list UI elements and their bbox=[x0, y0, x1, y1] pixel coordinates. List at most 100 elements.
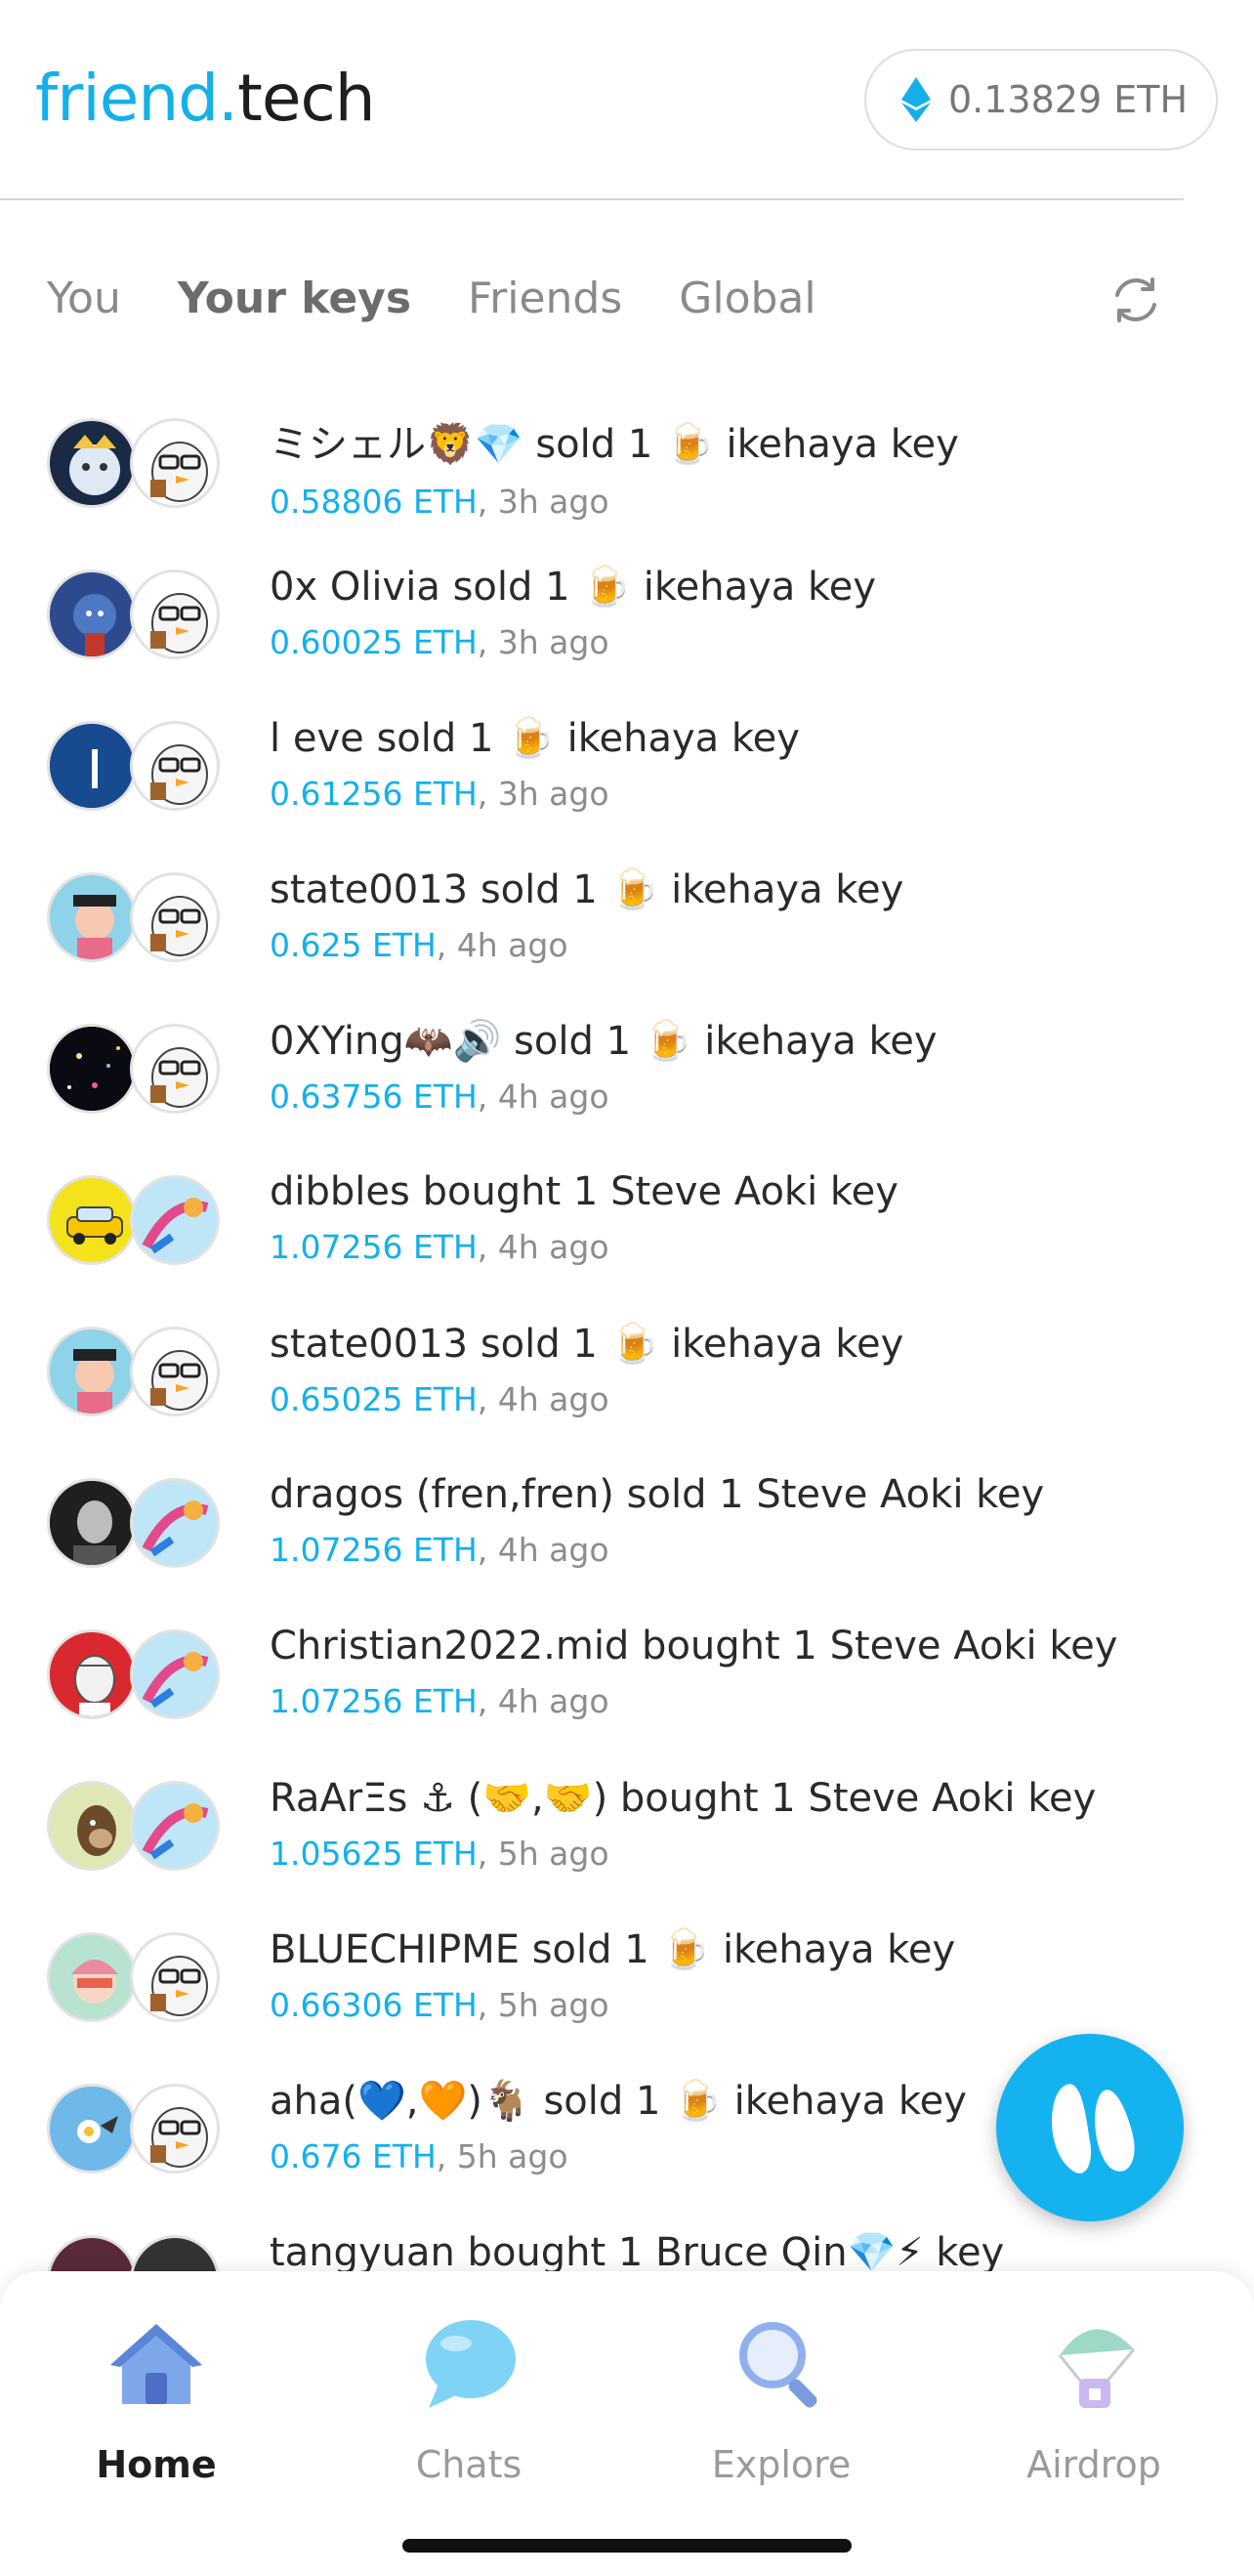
trade-action: bought 1 bbox=[619, 1776, 796, 1821]
feed-row[interactable]: RaArΞs ⚓ (🤝,🤝) bought 1 Steve Aoki key 1… bbox=[0, 1763, 1254, 1915]
feed-row[interactable]: state0013 sold 1 🍺 ikehaya key 0.65025 E… bbox=[0, 1309, 1254, 1460]
trade-time: , 4h ago bbox=[477, 1682, 609, 1720]
feed-row[interactable]: l eve sold 1 🍺 ikehaya key 0.61256 ETH, … bbox=[0, 703, 1254, 855]
trader-name[interactable]: aha(💙,🧡)🐐 bbox=[270, 2079, 531, 2124]
subject-avatar-ikehaya[interactable] bbox=[130, 1024, 220, 1114]
feed-row-title: 0x Olivia sold 1 🍺 ikehaya key bbox=[270, 564, 876, 610]
tab-you[interactable]: You bbox=[47, 274, 121, 323]
trader-avatar[interactable] bbox=[47, 872, 137, 962]
trader-avatar[interactable] bbox=[47, 1932, 137, 2022]
subject-name[interactable]: 🍺 ikehaya bbox=[644, 1019, 857, 1064]
key-suffix: key bbox=[976, 1472, 1045, 1517]
trader-name[interactable]: RaArΞs ⚓ (🤝,🤝) bbox=[270, 1776, 607, 1821]
nav-chats-label: Chats bbox=[415, 2443, 522, 2486]
trader-name[interactable]: Christian2022.mid bbox=[270, 1624, 629, 1668]
subject-avatar-steve-aoki[interactable] bbox=[130, 1478, 220, 1568]
subject-avatar-ikehaya[interactable] bbox=[130, 1327, 220, 1416]
key-suffix: key bbox=[936, 2230, 1005, 2271]
wallet-balance-button[interactable]: 0.13829 ETH bbox=[864, 49, 1218, 150]
trader-avatar[interactable] bbox=[47, 2084, 137, 2174]
nav-airdrop[interactable]: Airdrop bbox=[986, 2310, 1201, 2486]
header-divider bbox=[0, 198, 1184, 200]
trader-avatar[interactable] bbox=[47, 721, 137, 811]
trader-avatar[interactable] bbox=[47, 1629, 137, 1719]
feed-row[interactable]: 0XYing🦇🔊 sold 1 🍺 ikehaya key 0.63756 ET… bbox=[0, 1006, 1254, 1158]
subject-name[interactable]: Steve Aoki bbox=[808, 1776, 1015, 1821]
subject-name[interactable]: 🍺 ikehaya bbox=[665, 422, 878, 467]
nav-explore-label: Explore bbox=[711, 2443, 852, 2486]
trade-price: 1.07256 ETH bbox=[270, 1531, 478, 1569]
nav-explore[interactable]: Explore bbox=[674, 2310, 889, 2486]
feed-row[interactable]: 0x Olivia sold 1 🍺 ikehaya key 0.60025 E… bbox=[0, 552, 1254, 703]
subject-name[interactable]: 🍺 ikehaya bbox=[506, 716, 719, 761]
refresh-icon[interactable] bbox=[1108, 272, 1164, 328]
trade-action: sold 1 bbox=[452, 565, 570, 610]
subject-name[interactable]: Steve Aoki bbox=[756, 1472, 963, 1517]
subject-name[interactable]: 🍺 ikehaya bbox=[610, 1322, 823, 1367]
trader-name[interactable]: dibbles bbox=[270, 1169, 410, 1214]
trader-name[interactable]: state0013 bbox=[270, 867, 468, 912]
subject-avatar-steve-aoki[interactable] bbox=[130, 1629, 220, 1719]
trade-action: bought 1 bbox=[642, 1624, 817, 1668]
key-suffix: key bbox=[898, 2079, 967, 2124]
feed-row[interactable]: Christian2022.mid bought 1 Steve Aoki ke… bbox=[0, 1612, 1254, 1763]
subject-avatar-steve-aoki[interactable] bbox=[130, 1781, 220, 1871]
nav-chats[interactable]: Chats bbox=[361, 2310, 576, 2486]
trader-avatar[interactable] bbox=[47, 1024, 137, 1114]
parachute-icon bbox=[1058, 2329, 1136, 2408]
feed-row-meta: 0.65025 ETH, 4h ago bbox=[270, 1380, 903, 1418]
trade-price: 0.58806 ETH bbox=[270, 483, 478, 521]
subject-name[interactable]: Steve Aoki bbox=[610, 1169, 817, 1214]
subject-avatar-steve-aoki[interactable] bbox=[130, 1175, 220, 1265]
trader-avatar[interactable] bbox=[47, 418, 137, 508]
feed-row[interactable]: ミシェル🦁💎 sold 1 🍺 ikehaya key 0.58806 ETH,… bbox=[0, 401, 1254, 552]
trader-avatar[interactable] bbox=[47, 570, 137, 659]
trader-name[interactable]: state0013 bbox=[270, 1322, 468, 1367]
subject-name[interactable]: 🍺 ikehaya bbox=[610, 867, 823, 912]
tab-your-keys[interactable]: Your keys bbox=[178, 274, 411, 323]
subject-avatar-ikehaya[interactable] bbox=[130, 570, 220, 659]
trader-name[interactable]: 0x Olivia bbox=[270, 565, 440, 610]
subject-avatar-ikehaya[interactable] bbox=[130, 2084, 220, 2174]
subject-name[interactable]: Steve Aoki bbox=[830, 1624, 1037, 1668]
feed-row[interactable]: tangyuan bought 1 Bruce Qin💎⚡ key bbox=[0, 2217, 1254, 2271]
feed-row-meta: 1.07256 ETH, 4h ago bbox=[270, 1531, 1044, 1569]
tab-friends[interactable]: Friends bbox=[468, 274, 622, 323]
trade-time: , 3h ago bbox=[477, 483, 609, 521]
trader-avatar[interactable] bbox=[47, 1781, 137, 1871]
key-suffix: key bbox=[1049, 1624, 1118, 1668]
new-chat-fab[interactable] bbox=[996, 2034, 1184, 2221]
feed-row-meta: 0.60025 ETH, 3h ago bbox=[270, 623, 876, 661]
subject-name[interactable]: 🍺 ikehaya bbox=[582, 565, 795, 610]
subject-name[interactable]: Bruce Qin💎⚡ bbox=[655, 2230, 923, 2271]
subject-name[interactable]: 🍺 ikehaya bbox=[661, 1927, 874, 1972]
nav-home[interactable]: Home bbox=[49, 2310, 264, 2486]
subject-avatar-ikehaya[interactable] bbox=[130, 721, 220, 811]
trade-time: , 4h ago bbox=[477, 1077, 609, 1116]
trader-name[interactable]: l eve bbox=[270, 716, 364, 761]
trader-name[interactable]: ミシェル🦁💎 bbox=[270, 422, 523, 467]
trader-name[interactable]: 0XYing🦇🔊 bbox=[270, 1019, 501, 1064]
trader-avatar[interactable] bbox=[47, 1327, 137, 1416]
subject-avatar-ikehaya[interactable] bbox=[130, 1932, 220, 2022]
trader-name[interactable]: BLUECHIPME bbox=[270, 1927, 520, 1972]
feed-row[interactable]: dragos (fren,fren) sold 1 Steve Aoki key… bbox=[0, 1460, 1254, 1612]
trader-avatar[interactable] bbox=[47, 2235, 137, 2271]
subject-name[interactable]: 🍺 ikehaya bbox=[673, 2079, 886, 2124]
key-suffix: key bbox=[835, 867, 904, 912]
feed-row-title: dragos (fren,fren) sold 1 Steve Aoki key bbox=[270, 1472, 1044, 1517]
feed-row[interactable]: state0013 sold 1 🍺 ikehaya key 0.625 ETH… bbox=[0, 855, 1254, 1006]
feed-row-title: Christian2022.mid bought 1 Steve Aoki ke… bbox=[270, 1624, 1117, 1668]
subject-avatar-bruce-qin[interactable] bbox=[130, 2235, 220, 2271]
trader-name[interactable]: tangyuan bbox=[270, 2230, 455, 2271]
home-icon bbox=[110, 2324, 202, 2404]
app-logo[interactable]: friend.tech bbox=[35, 61, 376, 136]
subject-avatar-ikehaya[interactable] bbox=[130, 418, 220, 508]
trader-name[interactable]: dragos (fren,fren) bbox=[270, 1472, 614, 1517]
feed-row[interactable]: dibbles bought 1 Steve Aoki key 1.07256 … bbox=[0, 1158, 1254, 1309]
feed-row-title: dibbles bought 1 Steve Aoki key bbox=[270, 1169, 899, 1214]
tab-global[interactable]: Global bbox=[679, 274, 815, 323]
trader-avatar[interactable] bbox=[47, 1175, 137, 1265]
trader-avatar[interactable] bbox=[47, 1478, 137, 1568]
subject-avatar-ikehaya[interactable] bbox=[130, 872, 220, 962]
